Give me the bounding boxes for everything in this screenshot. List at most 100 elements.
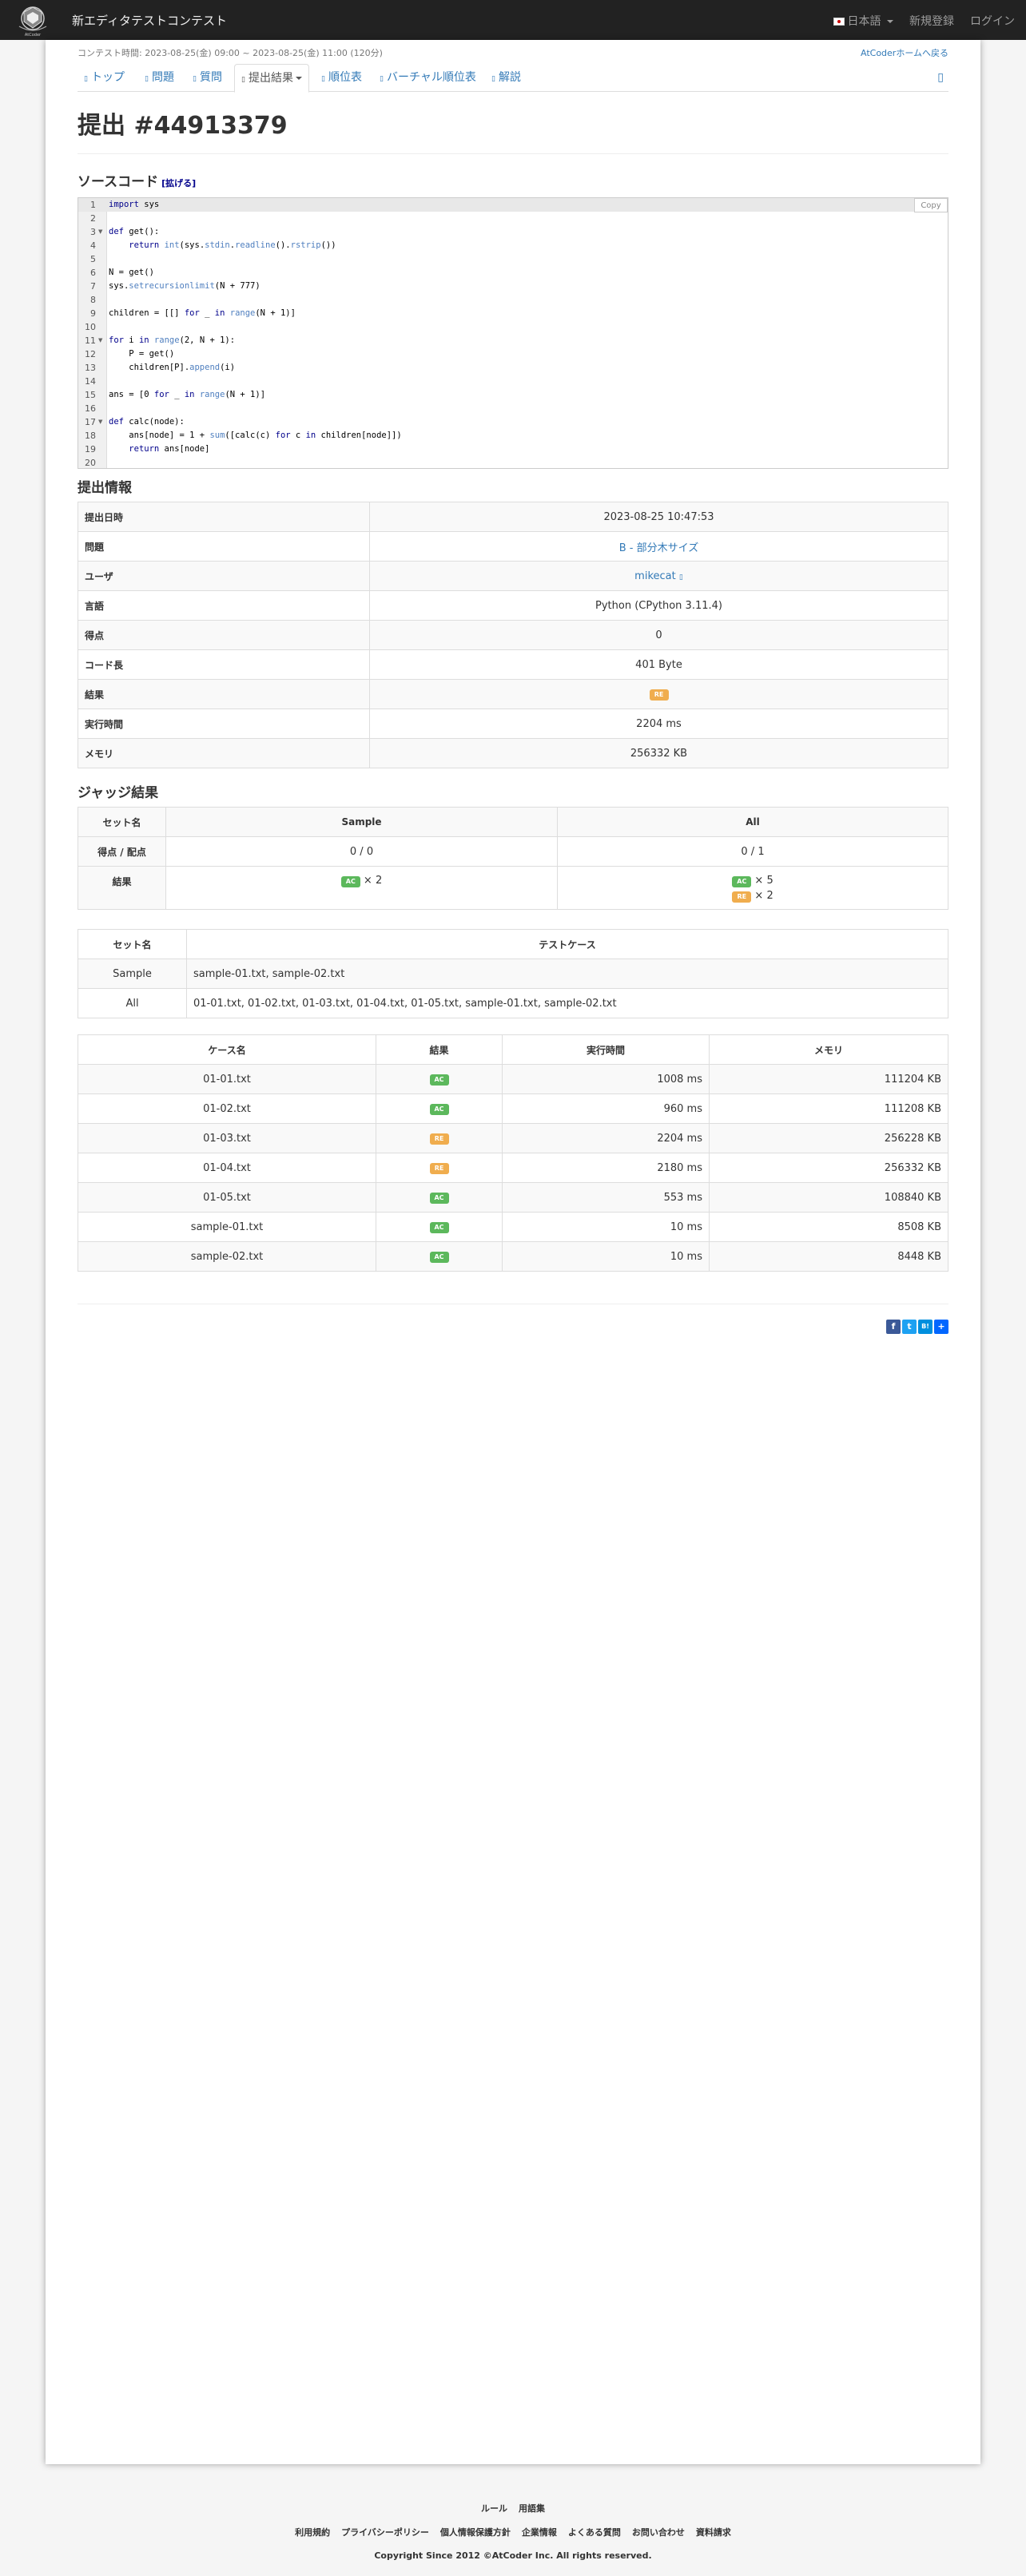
footer-link[interactable]: 個人情報保護方針 bbox=[440, 2527, 511, 2538]
footer-link[interactable]: お問い合わせ bbox=[632, 2527, 685, 2538]
login-link[interactable]: ログイン bbox=[970, 13, 1015, 29]
line-number: 3 bbox=[90, 227, 96, 237]
fold-arrow-icon[interactable]: ▼ bbox=[98, 225, 102, 239]
set-cases: 01-01.txt, 01-02.txt, 01-03.txt, 01-04.t… bbox=[186, 988, 948, 1018]
case-memory: 8508 KB bbox=[709, 1212, 948, 1242]
set-name: Sample bbox=[78, 959, 187, 989]
fold-arrow-icon[interactable]: ▼ bbox=[98, 334, 102, 347]
status-badge: AC bbox=[429, 1193, 449, 1204]
footer-link[interactable]: プライバシーポリシー bbox=[341, 2527, 429, 2538]
line-number: 19 bbox=[85, 444, 96, 454]
footer-link[interactable]: 企業情報 bbox=[522, 2527, 557, 2538]
tab-editorial[interactable]: ▯ 解説 bbox=[485, 64, 527, 92]
status-badge: AC bbox=[429, 1222, 449, 1233]
line-number: 11 bbox=[85, 335, 96, 346]
hatena-bookmark-icon[interactable]: B! bbox=[918, 1320, 933, 1334]
page-title: 提出 #44913379 bbox=[78, 112, 288, 140]
status-badge: RE bbox=[649, 689, 669, 701]
fold-arrow-icon[interactable]: ▼ bbox=[98, 415, 102, 429]
tab-top[interactable]: ▯ トップ bbox=[78, 64, 131, 92]
expand-link[interactable]: [拡げる] bbox=[161, 178, 196, 189]
code-text: sys.setrecursionlimit(N + 777) bbox=[109, 281, 260, 291]
copy-button[interactable]: Copy bbox=[914, 198, 948, 212]
info-label: ユーザ bbox=[78, 561, 370, 591]
atcoder-home-link[interactable]: AtCoderホームへ戻る bbox=[861, 46, 948, 59]
contest-bar: コンテスト時間: 2023-08-25(金) 09:00 ~ 2023-08-2… bbox=[78, 46, 948, 61]
source-code-editor[interactable]: 1 import sys 2 3 ▼ def get(): 4 return int(sys… bbox=[78, 197, 948, 469]
footer-link[interactable]: よくある質問 bbox=[568, 2527, 621, 2538]
tab-standings[interactable]: ▯ 順位表 bbox=[315, 64, 368, 92]
case-exec-time: 10 ms bbox=[502, 1241, 710, 1272]
info-label: 問題 bbox=[78, 531, 370, 562]
atcoder-logo[interactable]: AtCoder bbox=[14, 2, 51, 38]
case-status: AC bbox=[376, 1182, 503, 1213]
footer-links: ルール 用語集 bbox=[0, 2502, 1026, 2514]
table-row: 01-05.txt AC 553 ms 108840 KB bbox=[78, 1182, 948, 1213]
case-exec-time: 1008 ms bbox=[502, 1064, 710, 1094]
language-value: Python (CPython 3.11.4) bbox=[369, 590, 948, 621]
task-link[interactable]: B - 部分木サイズ bbox=[619, 542, 698, 554]
user-icon[interactable]: ▯ bbox=[679, 574, 683, 581]
tab-clarifications[interactable]: ▯ 質問 bbox=[186, 64, 229, 92]
info-row-score: 得点 0 bbox=[78, 620, 948, 650]
contest-name[interactable]: 新エディタテストコンテスト bbox=[72, 12, 227, 29]
line-number: 12 bbox=[85, 349, 96, 359]
footer-link[interactable]: 用語集 bbox=[519, 2503, 545, 2514]
language-label: 日本語 bbox=[847, 15, 881, 28]
contest-tabs: ▯ トップ ▯ 問題 ▯ 質問 ▯ 提出結果 ▯ 順位表 ▯ バーチャル順位表 ▯ 解説 ▯ bbox=[78, 64, 948, 93]
twitter-share-icon[interactable]: t bbox=[902, 1320, 917, 1334]
menu-toggle-icon[interactable]: ▯ bbox=[937, 64, 944, 91]
footer-link[interactable]: 利用規約 bbox=[295, 2527, 330, 2538]
code-line: 10 bbox=[78, 320, 948, 334]
tab-virtual-standings[interactable]: ▯ バーチャル順位表 bbox=[373, 64, 483, 92]
row-score-label: 得点 / 配点 bbox=[78, 836, 166, 867]
judge-summary-table: セット名 Sample All 得点 / 配点 0 / 0 0 / 1 結果 A… bbox=[78, 807, 948, 910]
info-row-task: 問題 B - 部分木サイズ bbox=[78, 531, 948, 562]
footer-link[interactable]: 資料請求 bbox=[696, 2527, 731, 2538]
line-number: 7 bbox=[90, 281, 96, 292]
code-text: P = get() bbox=[109, 349, 175, 359]
case-name: 01-04.txt bbox=[78, 1153, 376, 1183]
submissions-icon: ▯ bbox=[241, 76, 245, 84]
memory-value: 256332 KB bbox=[369, 738, 948, 768]
case-name: 01-05.txt bbox=[78, 1182, 376, 1213]
share-more-icon[interactable]: + bbox=[934, 1320, 948, 1334]
info-row-date: 提出日時 2023-08-25 10:47:53 bbox=[78, 502, 948, 532]
row-result-label: 結果 bbox=[78, 866, 166, 910]
case-name: sample-01.txt bbox=[78, 1212, 376, 1242]
info-row-code-size: コード長 401 Byte bbox=[78, 649, 948, 680]
question-icon: ▯ bbox=[193, 75, 197, 83]
code-line: 13 children[P].append(i) bbox=[78, 361, 948, 375]
code-text: def calc(node): bbox=[109, 417, 185, 427]
code-line: 1 import sys bbox=[78, 198, 948, 212]
tab-tasks[interactable]: ▯ 問題 bbox=[138, 64, 181, 92]
divider bbox=[78, 153, 948, 154]
main-container: コンテスト時間: 2023-08-25(金) 09:00 ~ 2023-08-2… bbox=[46, 40, 980, 2464]
table-row: 01-01.txt AC 1008 ms 111204 KB bbox=[78, 1064, 948, 1094]
code-line: 12 P = get() bbox=[78, 347, 948, 361]
facebook-share-icon[interactable]: f bbox=[886, 1320, 901, 1334]
code-text: ans[node] = 1 + sum([calc(c) for c in ch… bbox=[109, 431, 402, 440]
chevron-down-icon bbox=[887, 20, 893, 23]
set-cases: sample-01.txt, sample-02.txt bbox=[186, 959, 948, 989]
line-number: 20 bbox=[85, 458, 96, 468]
tab-label: 提出結果 bbox=[248, 72, 293, 85]
tab-submissions[interactable]: ▯ 提出結果 bbox=[234, 64, 309, 93]
info-row-memory: メモリ 256332 KB bbox=[78, 738, 948, 768]
user-link[interactable]: mikecat bbox=[634, 570, 676, 582]
col-case-name: ケース名 bbox=[78, 1034, 376, 1065]
source-code-heading: ソースコード [拡げる] bbox=[78, 170, 196, 190]
language-menu[interactable]: 日本語 bbox=[833, 13, 893, 29]
code-line: 20 bbox=[78, 456, 948, 468]
signup-link[interactable]: 新規登録 bbox=[909, 13, 954, 29]
code-line: 11 ▼ for i in range(2, N + 1): bbox=[78, 334, 948, 347]
tab-label: 質問 bbox=[199, 71, 222, 84]
line-number: 6 bbox=[90, 268, 96, 278]
info-label: 結果 bbox=[78, 679, 370, 709]
sample-result: AC × 2 bbox=[165, 866, 558, 910]
case-exec-time: 553 ms bbox=[502, 1182, 710, 1213]
table-row: sample-02.txt AC 10 ms 8448 KB bbox=[78, 1241, 948, 1272]
footer-link[interactable]: ルール bbox=[481, 2503, 507, 2514]
info-label: 言語 bbox=[78, 590, 370, 621]
code-line: 5 bbox=[78, 252, 948, 266]
